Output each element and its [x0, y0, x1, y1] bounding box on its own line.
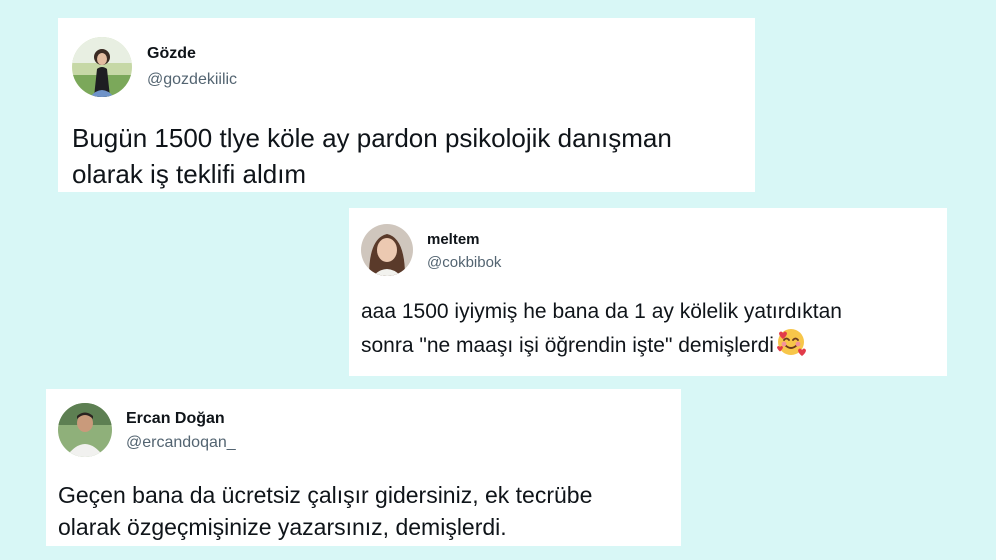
tweet-text: Bugün 1500 tlye köle ay pardon psikoloji…	[72, 120, 672, 192]
tweet-text-line: Geçen bana da ücretsiz çalışır gidersini…	[58, 482, 593, 508]
tweet-card-gozde[interactable]: Gözde @gozdekiilic Bugün 1500 tlye köle …	[58, 18, 755, 192]
avatar-photo-icon	[72, 37, 132, 97]
avatar-photo-icon	[361, 224, 413, 276]
username-handle[interactable]: @cokbibok	[427, 254, 501, 271]
tweet-card-meltem[interactable]: meltem @cokbibok aaa 1500 iyiymiş he ban…	[349, 208, 947, 376]
username-handle[interactable]: @ercandoqan_	[126, 434, 236, 452]
tweet-text-line: olarak iş teklifi aldım	[72, 159, 307, 189]
display-name[interactable]: Ercan Doğan	[126, 410, 225, 428]
avatar[interactable]	[58, 403, 112, 457]
display-name[interactable]: Gözde	[147, 45, 196, 63]
tweet-text-line-content: sonra "ne maaşı işi öğrendin işte" demiş…	[361, 334, 774, 357]
username-handle[interactable]: @gozdekiilic	[147, 71, 237, 89]
tweet-text-line: Bugün 1500 tlye köle ay pardon psikoloji…	[72, 123, 672, 153]
avatar[interactable]	[72, 37, 132, 97]
tweet-text-line: aaa 1500 iyiymiş he bana da 1 ay kölelik…	[361, 300, 842, 323]
display-name[interactable]: meltem	[427, 231, 480, 248]
tweet-text: aaa 1500 iyiymiş he bana da 1 ay kölelik…	[361, 297, 842, 361]
tweet-text: Geçen bana da ücretsiz çalışır gidersini…	[58, 479, 592, 543]
tweet-card-ercan[interactable]: Ercan Doğan @ercandoqan_ Geçen bana da ü…	[46, 389, 681, 546]
smiling-face-with-hearts-icon	[776, 327, 806, 357]
tweet-text-line: sonra "ne maaşı işi öğrendin işte" demiş…	[361, 327, 842, 361]
avatar[interactable]	[361, 224, 413, 276]
avatar-photo-icon	[58, 403, 112, 457]
tweet-text-line: olarak özgeçmişinize yazarsınız, demişle…	[58, 514, 507, 540]
